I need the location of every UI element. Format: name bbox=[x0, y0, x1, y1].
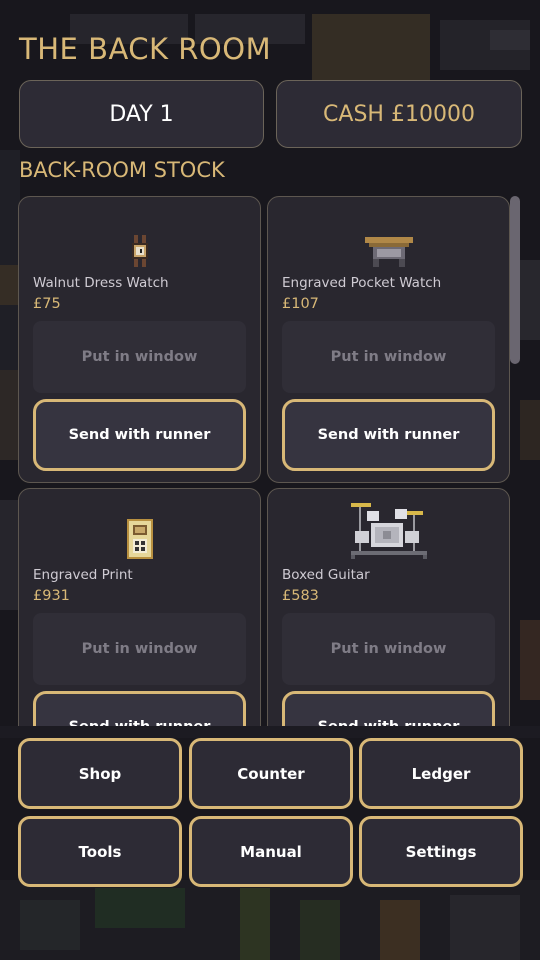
item-price: £931 bbox=[33, 588, 70, 604]
shop-button[interactable]: Shop bbox=[18, 738, 182, 809]
tools-button[interactable]: Tools bbox=[18, 816, 182, 887]
item-name: Engraved Pocket Watch bbox=[282, 275, 442, 291]
stock-card: Engraved Print £931 Put in window Send w… bbox=[18, 488, 261, 726]
put-in-window-button[interactable]: Put in window bbox=[282, 321, 495, 393]
ledger-button[interactable]: Ledger bbox=[359, 738, 523, 809]
send-with-runner-button[interactable]: Send with runner bbox=[33, 399, 246, 471]
manual-button[interactable]: Manual bbox=[189, 816, 353, 887]
put-in-window-button[interactable]: Put in window bbox=[33, 321, 246, 393]
item-name: Engraved Print bbox=[33, 567, 133, 583]
item-price: £75 bbox=[33, 296, 61, 312]
item-name: Boxed Guitar bbox=[282, 567, 370, 583]
cash-display: CASH £10000 bbox=[276, 80, 522, 148]
send-with-runner-button[interactable]: Send with runner bbox=[282, 691, 495, 726]
stock-list[interactable]: Walnut Dress Watch £75 Put in window Sen… bbox=[0, 194, 540, 726]
stock-card: Engraved Pocket Watch £107 Put in window… bbox=[267, 196, 510, 483]
send-with-runner-button[interactable]: Send with runner bbox=[33, 691, 246, 726]
day-counter: DAY 1 bbox=[19, 80, 264, 148]
item-price: £107 bbox=[282, 296, 319, 312]
item-name: Walnut Dress Watch bbox=[33, 275, 169, 291]
send-with-runner-button[interactable]: Send with runner bbox=[282, 399, 495, 471]
stock-card: Boxed Guitar £583 Put in window Send wit… bbox=[267, 488, 510, 726]
item-price: £583 bbox=[282, 588, 319, 604]
stock-card: Walnut Dress Watch £75 Put in window Sen… bbox=[18, 196, 261, 483]
put-in-window-button[interactable]: Put in window bbox=[33, 613, 246, 685]
drum-kit-icon bbox=[268, 497, 509, 559]
settings-button[interactable]: Settings bbox=[359, 816, 523, 887]
dress-watch-icon bbox=[19, 227, 260, 267]
page-title: THE BACK ROOM bbox=[19, 32, 272, 66]
stock-scrollbar[interactable] bbox=[510, 196, 520, 364]
print-icon bbox=[19, 519, 260, 559]
counter-button[interactable]: Counter bbox=[189, 738, 353, 809]
pocket-watch-icon bbox=[268, 227, 509, 267]
put-in-window-button[interactable]: Put in window bbox=[282, 613, 495, 685]
section-heading: BACK-ROOM STOCK bbox=[19, 158, 225, 182]
